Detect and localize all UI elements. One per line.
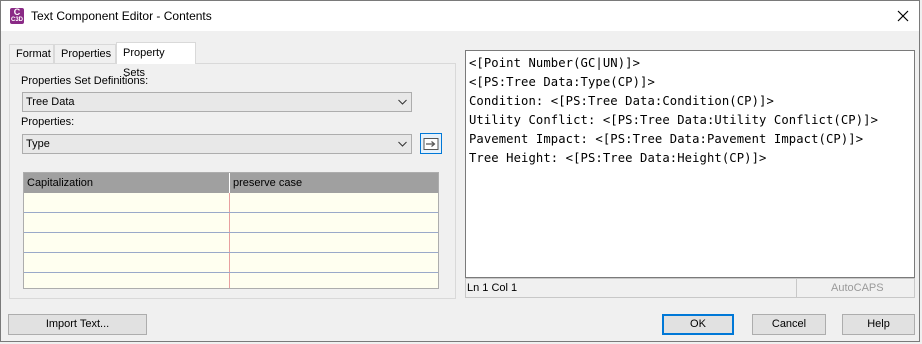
cursor-position: Ln 1 Col 1	[467, 282, 518, 294]
editor-line: Pavement Impact: <[PS:Tree Data:Pavement…	[469, 132, 864, 146]
import-text-button[interactable]: Import Text...	[8, 314, 147, 335]
tab-property-sets[interactable]: Property Sets	[116, 42, 196, 79]
text-component-editor-dialog: C C3D Text Component Editor - Contents F…	[0, 0, 920, 342]
grid-cell[interactable]	[24, 273, 230, 288]
grid-header-capitalization: Capitalization	[24, 173, 230, 193]
window-title: Text Component Editor - Contents	[31, 9, 212, 23]
grid-cell[interactable]	[230, 233, 438, 252]
close-icon	[897, 10, 909, 22]
table-row[interactable]	[24, 233, 438, 253]
grid-header: Capitalization preserve case	[24, 173, 438, 193]
grid-cell[interactable]	[230, 193, 438, 212]
table-row[interactable]	[24, 273, 438, 288]
editor-line: <[PS:Tree Data:Type(CP)]>	[469, 75, 655, 89]
tab-format[interactable]: Format	[9, 44, 54, 63]
insert-arrow-icon	[423, 137, 439, 150]
properties-value: Type	[26, 138, 50, 150]
grid-cell[interactable]	[230, 253, 438, 272]
definitions-value: Tree Data	[26, 96, 75, 108]
grid-cell[interactable]	[24, 253, 230, 272]
close-button[interactable]	[891, 4, 915, 28]
editor-line: Utility Conflict: <[PS:Tree Data:Utility…	[469, 113, 879, 127]
ok-button[interactable]: OK	[662, 314, 734, 335]
grid-cell[interactable]	[24, 233, 230, 252]
property-format-grid: Capitalization preserve case	[23, 172, 439, 289]
grid-header-value: preserve case	[233, 177, 303, 189]
label-text-editor[interactable]: <[Point Number(GC|UN)]> <[PS:Tree Data:Ty…	[465, 50, 915, 278]
table-row[interactable]	[24, 253, 438, 273]
table-row[interactable]	[24, 193, 438, 213]
editor-status-bar: Ln 1 Col 1 AutoCAPS	[465, 278, 915, 298]
chevron-down-icon	[398, 141, 407, 147]
properties-dropdown[interactable]: Type	[22, 134, 412, 154]
definitions-dropdown[interactable]: Tree Data	[22, 92, 412, 112]
grid-cell[interactable]	[230, 273, 438, 288]
status-divider	[796, 279, 797, 297]
editor-line: Tree Height: <[PS:Tree Data:Height(CP)]>	[469, 151, 767, 165]
properties-label: Properties:	[21, 116, 75, 128]
grid-cell[interactable]	[230, 213, 438, 232]
insert-property-button[interactable]	[420, 133, 442, 154]
editor-line: <[Point Number(GC|UN)]>	[469, 56, 641, 70]
tab-properties[interactable]: Properties	[54, 44, 116, 63]
title-bar: C C3D Text Component Editor - Contents	[1, 1, 919, 31]
grid-cell[interactable]	[24, 213, 230, 232]
table-row[interactable]	[24, 213, 438, 233]
cancel-button[interactable]: Cancel	[752, 314, 826, 335]
grid-cell[interactable]	[24, 193, 230, 212]
help-button[interactable]: Help	[842, 314, 915, 335]
editor-line: Condition: <[PS:Tree Data:Condition(CP)]…	[469, 94, 774, 108]
autocaps-indicator: AutoCAPS	[831, 282, 884, 294]
civil3d-app-icon: C C3D	[10, 7, 24, 24]
chevron-down-icon	[398, 99, 407, 105]
